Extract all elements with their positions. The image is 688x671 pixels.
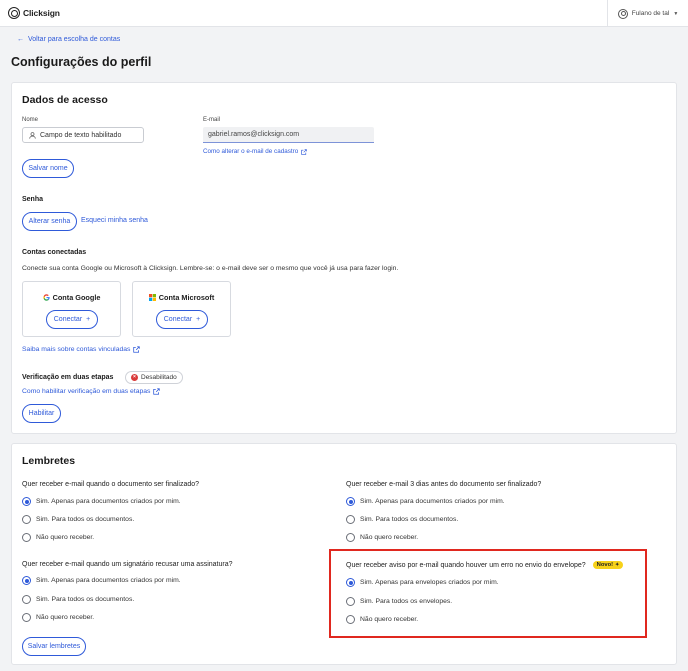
caret-down-icon: ▼ <box>673 10 679 17</box>
radio-option-label: Não quero receber. <box>360 534 419 541</box>
microsoft-account-box: Conta Microsoft Conectar + <box>132 281 231 337</box>
google-icon <box>42 294 50 301</box>
two-step-status-label: Desabilitado <box>141 374 177 381</box>
radio-option[interactable]: Sim. Apenas para documentos criados por … <box>22 497 181 506</box>
forgot-password-link[interactable]: Esqueci minha senha <box>81 217 148 224</box>
google-account-title: Conta Google <box>52 293 101 302</box>
user-menu[interactable]: Fulano de tal ▼ <box>607 0 688 27</box>
radio-option-label: Sim. Apenas para documentos criados por … <box>36 498 181 505</box>
two-step-help-link-label: Como habilitar verificação em duas etapa… <box>22 388 151 395</box>
radio-option-label: Não quero receber. <box>36 614 95 621</box>
reminder-question-3-days: Quer receber e-mail 3 dias antes do docu… <box>346 481 542 488</box>
back-link[interactable]: ← Voltar para escolha de contas <box>17 36 120 43</box>
radio-checked-icon <box>22 497 31 506</box>
password-title: Senha <box>22 196 44 203</box>
back-link-label: Voltar para escolha de contas <box>28 36 121 43</box>
user-icon <box>29 131 36 139</box>
radio-option[interactable]: Sim. Apenas para documentos criados por … <box>22 576 181 585</box>
microsoft-account-title: Conta Microsoft <box>158 293 215 302</box>
access-card: Dados de acesso Nome Campo de texto habi… <box>11 82 677 434</box>
email-label: E-mail <box>203 117 221 123</box>
radio-option-label: Sim. Apenas para documentos criados por … <box>36 577 181 584</box>
two-step-title: Verificação em duas etapas <box>22 374 114 381</box>
arrow-left-icon: ← <box>17 36 24 43</box>
radio-option-label: Sim. Para todos os documentos. <box>36 516 135 523</box>
access-section-title: Dados de acesso <box>22 94 108 106</box>
radio-unchecked-icon <box>346 515 355 524</box>
radio-option-label: Não quero receber. <box>36 534 95 541</box>
radio-option[interactable]: Não quero receber. <box>22 533 94 542</box>
user-name: Fulano de tal <box>631 10 670 17</box>
external-link-icon <box>153 388 161 395</box>
reminders-section-title: Lembretes <box>22 455 76 467</box>
name-input[interactable]: Campo de texto habilitado <box>22 127 144 143</box>
radio-unchecked-icon <box>346 533 355 542</box>
radio-option[interactable]: Sim. Para todos os documentos. <box>22 595 134 604</box>
radio-unchecked-icon <box>22 533 31 542</box>
linked-accounts-link-label: Saiba mais sobre contas vinculadas <box>22 346 131 353</box>
microsoft-account-header: Conta Microsoft <box>133 293 230 302</box>
two-step-status-badge: × Desabilitado <box>125 371 183 384</box>
connect-microsoft-label: Conectar <box>163 316 193 323</box>
connected-accounts-title: Contas conectadas <box>22 249 87 256</box>
save-name-button[interactable]: Salvar nome <box>22 159 74 178</box>
highlight-box <box>329 549 647 638</box>
page-title: Configurações do perfil <box>11 55 152 69</box>
radio-option[interactable]: Não quero receber. <box>22 613 94 622</box>
name-input-value: Campo de texto habilitado <box>40 131 122 139</box>
radio-option[interactable]: Sim. Para todos os documentos. <box>346 515 458 524</box>
logo-text: Clicksign <box>23 8 60 18</box>
radio-option[interactable]: Sim. Para todos os documentos. <box>22 515 134 524</box>
reminder-question-signer-refused: Quer receber e-mail quando um signatário… <box>22 561 233 568</box>
change-password-button[interactable]: Alterar senha <box>22 212 77 231</box>
radio-checked-icon <box>22 576 31 585</box>
logo-icon <box>8 7 20 19</box>
connect-google-label: Conectar <box>53 316 83 323</box>
microsoft-icon <box>148 294 156 301</box>
external-link-icon <box>133 346 141 353</box>
radio-unchecked-icon <box>22 613 31 622</box>
radio-checked-icon <box>346 497 355 506</box>
email-change-link-label: Como alterar o e-mail de cadastro <box>203 148 299 155</box>
plus-icon: + <box>196 316 201 323</box>
radio-option-label: Sim. Para todos os documentos. <box>360 516 459 523</box>
connect-google-button[interactable]: Conectar + <box>46 310 98 329</box>
radio-option[interactable]: Não quero receber. <box>346 533 418 542</box>
radio-unchecked-icon <box>22 595 31 604</box>
reminder-question-finalized: Quer receber e-mail quando o documento s… <box>22 481 200 488</box>
email-field: gabriel.ramos@clicksign.com <box>203 127 374 143</box>
enable-two-step-button[interactable]: Habilitar <box>22 404 61 423</box>
radio-unchecked-icon <box>22 515 31 524</box>
radio-option[interactable]: Sim. Apenas para documentos criados por … <box>346 497 505 506</box>
email-field-value: gabriel.ramos@clicksign.com <box>208 131 300 138</box>
clicksign-logo[interactable]: Clicksign <box>8 7 60 19</box>
connect-microsoft-button[interactable]: Conectar + <box>156 310 208 329</box>
radio-option-label: Sim. Para todos os documentos. <box>36 596 135 603</box>
two-step-help-link[interactable]: Como habilitar verificação em duas etapa… <box>22 388 161 395</box>
plus-icon: + <box>86 316 91 323</box>
radio-option-label: Sim. Apenas para documentos criados por … <box>360 498 505 505</box>
google-account-box: Conta Google Conectar + <box>22 281 121 337</box>
email-change-link[interactable]: Como alterar o e-mail de cadastro <box>203 148 307 155</box>
linked-accounts-link[interactable]: Saiba mais sobre contas vinculadas <box>22 346 141 353</box>
top-bar: Clicksign Fulano de tal ▼ <box>0 0 688 27</box>
user-avatar-icon <box>617 8 628 19</box>
google-account-header: Conta Google <box>23 293 120 302</box>
disabled-x-icon: × <box>131 374 138 381</box>
name-label: Nome <box>22 117 39 123</box>
save-reminders-button[interactable]: Salvar lembretes <box>22 637 86 656</box>
connected-accounts-text: Conecte sua conta Google ou Microsoft à … <box>22 265 399 272</box>
external-link-icon <box>301 148 307 155</box>
